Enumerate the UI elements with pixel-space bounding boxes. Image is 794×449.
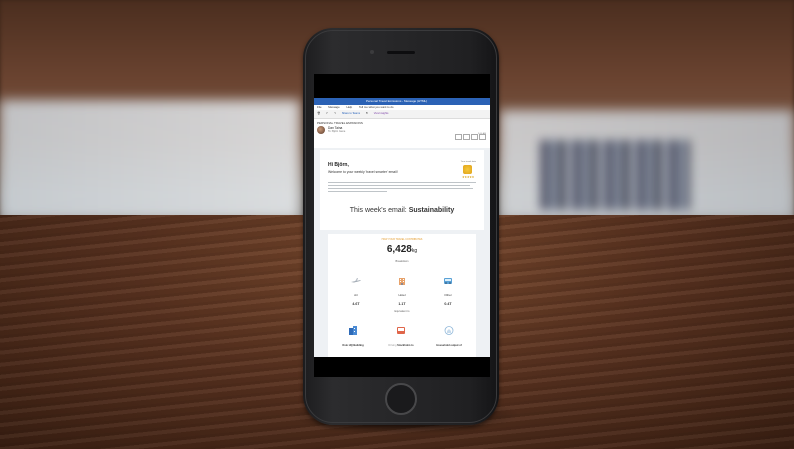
email-body: Hi Björn, Welcome to your weekly 'travel… bbox=[314, 148, 490, 357]
award-badge-icon bbox=[463, 165, 472, 174]
tab-help[interactable]: Help bbox=[346, 105, 352, 109]
viva-insights-button[interactable]: Viva Insights bbox=[374, 112, 389, 115]
photo-scene: Personal Travel Emissions - Message (HTM… bbox=[0, 0, 794, 449]
category-value: 0.4T bbox=[444, 302, 452, 306]
reply-icon[interactable]: ↶ bbox=[326, 112, 328, 115]
total-unit: kg bbox=[411, 248, 418, 254]
forward-button[interactable] bbox=[471, 134, 478, 140]
category-label: Other bbox=[444, 293, 452, 297]
forward-icon[interactable]: ↷ bbox=[334, 112, 336, 115]
window-title: Personal Travel Emissions - Message (HTM… bbox=[366, 99, 428, 103]
message-actions bbox=[454, 127, 486, 145]
equivalent-household: Household output of bbox=[426, 322, 472, 347]
tab-message[interactable]: Message bbox=[328, 105, 339, 109]
category-value: 4.6T bbox=[352, 302, 360, 306]
week-topic: Sustainability bbox=[408, 207, 455, 214]
week-prefix: This week's email: bbox=[349, 207, 409, 214]
recipient-line: To: Björn Gene bbox=[328, 130, 346, 133]
category-label: Hotel bbox=[398, 293, 406, 297]
total-emissions: 6,428kg bbox=[328, 244, 476, 255]
intro-paragraph bbox=[328, 182, 476, 194]
share-to-teams-button[interactable]: Share to Teams bbox=[342, 112, 360, 115]
screen-letterbox-bottom bbox=[314, 357, 490, 377]
greeting: Hi Björn, bbox=[328, 162, 349, 168]
airplane-icon bbox=[351, 278, 361, 283]
sender-avatar bbox=[317, 126, 325, 134]
contribution-label: HOW YOUR TRAVEL CONTRIBUTES bbox=[381, 238, 423, 241]
week-heading: This week's email: Sustainability bbox=[320, 207, 484, 214]
background-bookshelf bbox=[540, 140, 690, 210]
title-bar: Personal Travel Emissions - Message (HTM… bbox=[314, 98, 490, 105]
category-value: 1.1T bbox=[398, 302, 406, 306]
emissions-card: HOW YOUR TRAVEL CONTRIBUTES 6,428kg Brea… bbox=[328, 234, 476, 357]
equivalent-label: Driving Stockholm to bbox=[388, 344, 414, 347]
equivalent-driving: Driving Stockholm to bbox=[378, 322, 424, 347]
screen-letterbox-top bbox=[314, 74, 490, 98]
front-camera-icon bbox=[370, 50, 374, 54]
message-header: PERSONAL TRAVEL EMISSIONS Dan Taina To: … bbox=[314, 119, 490, 145]
delete-icon[interactable]: 🗑 bbox=[317, 112, 320, 115]
tab-file[interactable]: File bbox=[317, 105, 322, 109]
household-icon bbox=[444, 326, 454, 335]
equivalent-label: Household output of bbox=[436, 344, 462, 347]
category-air: Air 4.6T bbox=[336, 272, 376, 306]
rating-stars: ★★★★★ bbox=[462, 175, 474, 179]
ribbon-toolbar: 🗑 ↶ ↷ Share to Teams ⚑ Viva Insights bbox=[314, 110, 490, 119]
tell-me-search[interactable]: Tell me what you want to do bbox=[359, 105, 394, 109]
flag-icon[interactable]: ⚑ bbox=[366, 112, 368, 115]
total-value: 6,428 bbox=[386, 244, 412, 255]
welcome-text: Welcome to your weekly 'travel smarter' … bbox=[328, 170, 398, 174]
car-icon bbox=[397, 327, 405, 334]
phone-screen: Personal Travel Emissions - Message (HTM… bbox=[314, 74, 490, 377]
message-date: 9:00 AM bbox=[477, 133, 486, 135]
category-hotel: Hotel 1.1T bbox=[382, 272, 422, 306]
reply-all-button[interactable] bbox=[463, 134, 470, 140]
explained-label: Equivalent to bbox=[394, 310, 410, 313]
equivalent-label: Oslo HQ Building bbox=[342, 344, 364, 347]
reply-button[interactable] bbox=[455, 134, 462, 140]
intro-card: Hi Björn, Welcome to your weekly 'travel… bbox=[320, 150, 484, 230]
hotel-icon bbox=[399, 278, 405, 285]
earpiece-speaker bbox=[387, 51, 415, 54]
equivalent-building: Oslo HQ Building bbox=[330, 322, 376, 347]
message-subject: PERSONAL TRAVEL EMISSIONS bbox=[317, 121, 363, 125]
category-other: Other 0.4T bbox=[428, 272, 468, 306]
breakdown-label: Breakdown bbox=[395, 260, 409, 263]
home-button[interactable] bbox=[385, 383, 417, 415]
category-label: Air bbox=[354, 293, 358, 297]
train-icon bbox=[444, 278, 452, 284]
badge-caption: Your travel data bbox=[460, 161, 476, 163]
outlook-message-window: Personal Travel Emissions - Message (HTM… bbox=[314, 98, 490, 357]
building-icon bbox=[349, 326, 357, 335]
background-window bbox=[0, 100, 300, 220]
